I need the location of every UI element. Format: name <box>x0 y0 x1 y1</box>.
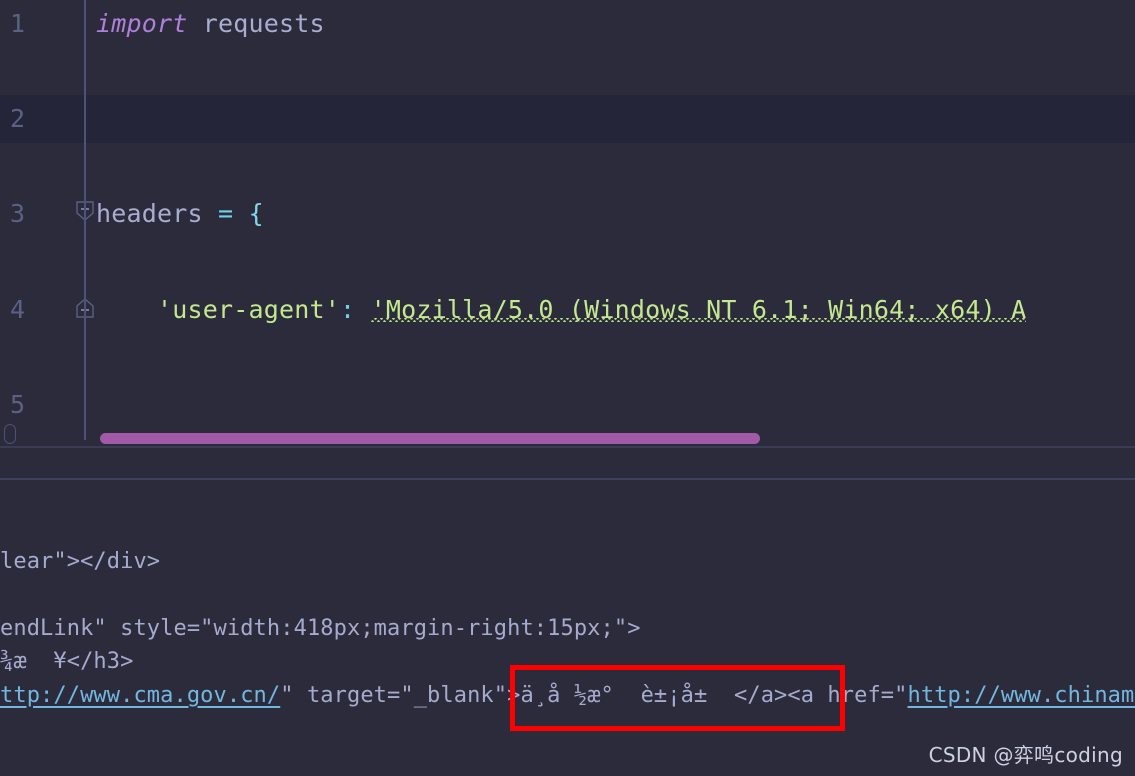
panel-gap <box>0 449 1135 478</box>
code-editor-pane[interactable]: 1 import requests 2 3 headers = {4 'user-age… <box>0 0 1135 448</box>
console-line: ¾æ ¥</h3> <box>0 645 133 679</box>
code-token: 'Mozilla/5.0 (Windows NT 6.1; Win64; x64… <box>370 294 1027 324</box>
code-token: 'user-agent' <box>157 294 341 324</box>
line-number: 5 <box>10 389 26 419</box>
code-token: requests <box>202 9 325 38</box>
code-token: { <box>248 199 264 229</box>
code-token: = <box>218 199 234 229</box>
code-line-text: import requests <box>96 0 325 48</box>
console-output-pane[interactable]: lear"></div> endLink" style="width:418px;… <box>0 480 1135 776</box>
code-line-text: headers = { <box>96 190 264 238</box>
code-token: headers <box>96 199 203 229</box>
code-line[interactable]: 4 'user-agent': 'Mozilla/5.0 (Windows NT… <box>0 286 1135 334</box>
code-token: import <box>96 9 188 38</box>
code-line[interactable]: 1 import requests <box>0 0 1135 48</box>
console-text: endLink" style="width:418px;margin-right… <box>0 616 641 641</box>
code-line[interactable]: 2 <box>0 95 1135 143</box>
editor-bottom-edge <box>0 446 1135 448</box>
console-line: endLink" style="width:418px;margin-right… <box>0 612 641 646</box>
code-line-text: 'user-agent': 'Mozilla/5.0 (Windows NT 6… <box>96 286 1026 334</box>
console-text: lear"></div> <box>0 549 161 574</box>
console-text: " target="_blank"> <box>280 683 521 708</box>
screenshot-root: 1 import requests 2 3 headers = {4 'user-age… <box>0 0 1135 776</box>
console-text: </a><a href=" <box>720 683 908 708</box>
console-line: ttp://www.cma.gov.cn/" target="_blank">ä… <box>0 679 1135 713</box>
line-number: 2 <box>10 104 26 134</box>
code-lines-container: 1 import requests 2 3 headers = {4 'user-age… <box>0 0 1135 448</box>
csdn-watermark: CSDN @弈鸣coding <box>928 743 1123 767</box>
console-line: lear"></div> <box>0 545 160 579</box>
console-text: ä¸­å ½æ° è±¡å± <box>520 683 721 708</box>
code-token: : <box>340 294 356 324</box>
fold-guide-line <box>84 0 86 440</box>
line-number: 1 <box>10 9 26 38</box>
code-line[interactable]: 5 <box>0 381 1135 429</box>
console-link[interactable]: http://www.chinamsa <box>908 683 1135 708</box>
gutter-marker-icon <box>4 424 16 444</box>
console-link[interactable]: ttp://www.cma.gov.cn/ <box>0 683 280 708</box>
line-number: 3 <box>10 199 26 229</box>
code-line[interactable]: 3 headers = { <box>0 190 1135 238</box>
console-text: ¾æ ¥</h3> <box>0 649 134 674</box>
line-number: 4 <box>10 294 26 324</box>
editor-horizontal-scrollbar-thumb[interactable] <box>100 433 760 444</box>
